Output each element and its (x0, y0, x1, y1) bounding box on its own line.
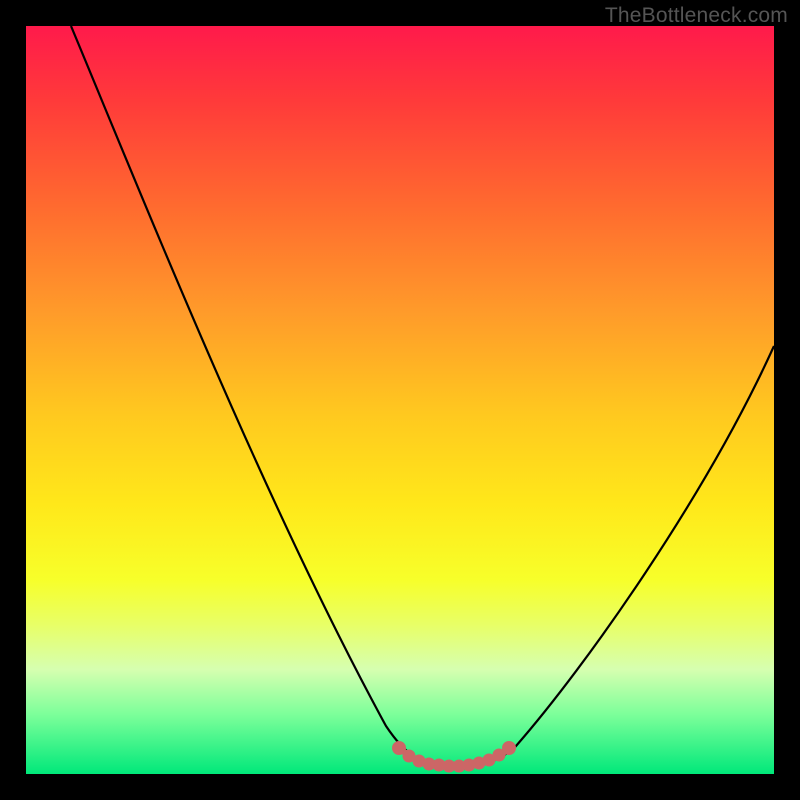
minimum-marker-cluster (395, 744, 513, 770)
plot-area (26, 26, 774, 774)
curve-svg (26, 26, 774, 774)
chart-frame: TheBottleneck.com (0, 0, 800, 800)
bottleneck-curve (71, 26, 774, 766)
watermark-text: TheBottleneck.com (605, 4, 788, 28)
